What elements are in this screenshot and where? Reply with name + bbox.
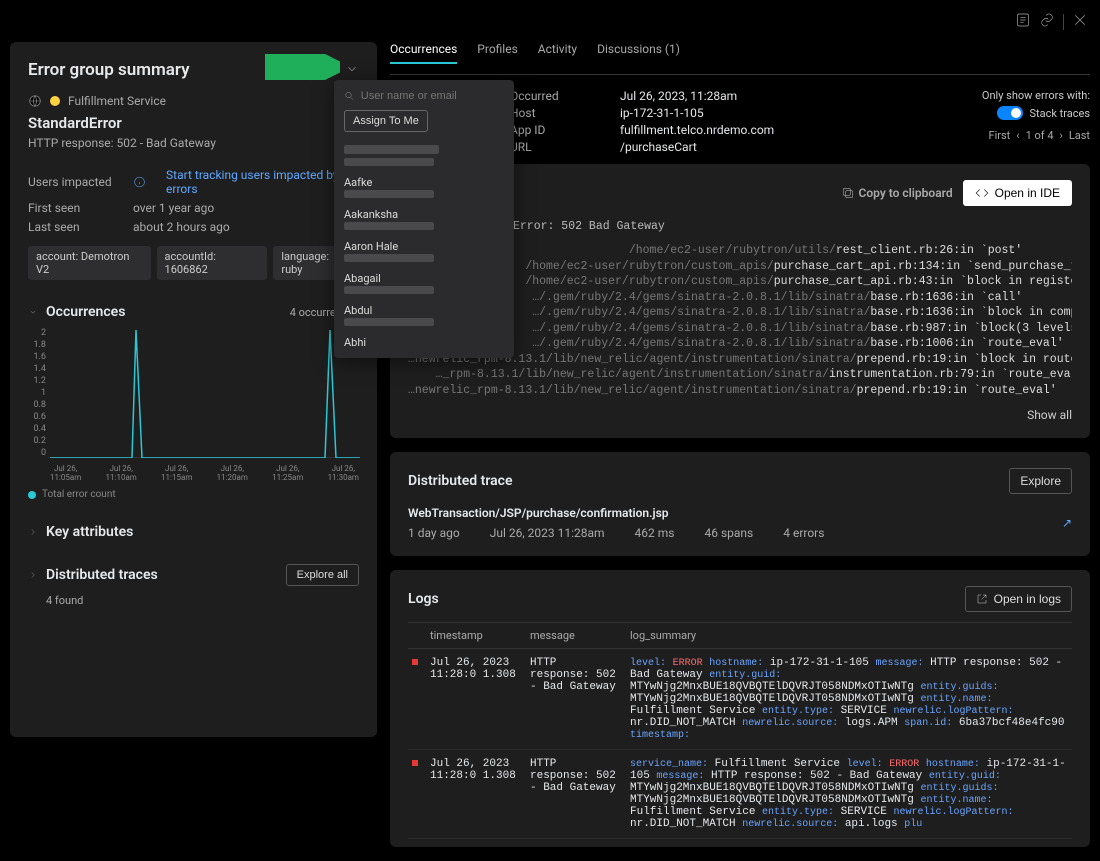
assign-user-icon[interactable] [321,62,335,79]
explore-button[interactable]: Explore [1009,468,1072,494]
distributed-found: 4 found [46,594,359,607]
open-in-ide-button[interactable]: Open in IDE [963,180,1072,206]
external-link-icon[interactable]: ↗ [1062,516,1072,530]
assign-user-item[interactable]: Abagail [334,267,514,299]
occurred-value: Jul 26, 2023, 11:28am [620,89,774,103]
transaction-name: WebTransaction/JSP/purchase/confirmation… [408,506,824,520]
assign-user-item[interactable]: Abhi [334,331,514,350]
occurred-label: Occurred [510,89,600,103]
distributed-trace-card: Distributed trace Explore WebTransaction… [390,452,1090,556]
stack-traces-toggle[interactable]: Stack traces [997,106,1090,120]
last-seen-label: Last seen [28,220,113,234]
logs-table: timestamp message log_summary Jul 26, 20… [408,622,1072,839]
chevron-down-icon[interactable] [297,62,311,79]
assign-user-item[interactable]: Aaron Hale [334,235,514,267]
close-icon[interactable] [1072,12,1088,31]
logs-rows: Jul 26, 2023 11:28:0 1.308HTTP response:… [408,649,1072,839]
chevron-down-icon[interactable] [345,62,359,79]
pager-first[interactable]: First [989,129,1011,142]
appid-value: fulfillment.telco.nrdemo.com [620,123,774,137]
occurrence-pager: First ‹ 1 of 4 › Last [982,129,1090,142]
link-icon[interactable] [1039,12,1055,31]
error-class: StandardError [28,114,359,132]
service-name: Fulfillment Service [68,94,166,108]
search-icon [344,90,355,102]
severity-dot [412,659,418,665]
tab-occurrences[interactable]: Occurrences [390,42,457,64]
panel-title: Error group summary [28,60,190,80]
first-seen-label: First seen [28,201,113,215]
tab-activity[interactable]: Activity [538,42,577,64]
dt-errors: 4 errors [783,526,824,540]
distributed-traces-toggle[interactable]: Distributed traces [28,567,158,583]
col-log-summary: log_summary [626,623,1072,649]
chart-line [50,328,360,458]
occurrences-section-toggle[interactable]: Occurrences [28,304,125,320]
table-row[interactable]: Jul 26, 2023 11:28:0 1.308HTTP response:… [408,750,1072,839]
main-tabs: Occurrences Profiles Activity Discussion… [390,42,1090,75]
url-value: /purchaseCart [620,140,774,154]
status-dot [50,96,60,106]
chart-x-axis: Jul 26,11:05amJul 26,11:10amJul 26,11:15… [50,464,359,483]
explore-all-button[interactable]: Explore all [286,564,359,586]
host-label: Host [510,106,600,120]
legend-dot [28,491,36,499]
pager-position: 1 of 4 [1026,129,1054,142]
assign-user-item[interactable]: Abdul [334,299,514,331]
assign-user-list: AafkeAakankshaAaron HaleAbagailAbdulAbhi [334,140,514,350]
dt-duration: 462 ms [635,526,675,540]
users-impacted-label: Users impacted [28,175,113,189]
tab-profiles[interactable]: Profiles [477,42,518,64]
logs-card: Logs Open in logs timestamp message log_… [390,570,1090,847]
key-attributes-toggle[interactable]: Key attributes [28,524,133,540]
assign-to-me-button[interactable]: Assign To Me [344,110,428,132]
assign-search-input[interactable] [361,90,504,102]
tag-list: account: Demotron V2 accountId: 1606862 … [28,246,359,280]
url-label: URL [510,140,600,154]
track-users-link[interactable]: Start tracking users impacted by errors [166,168,359,196]
service-indicator: Fulfillment Service [28,94,359,108]
severity-dot [412,760,418,766]
col-message: message [526,623,626,649]
divider [1063,14,1064,30]
table-row[interactable]: Jul 26, 2023 11:28:0 1.308HTTP response:… [408,649,1072,750]
dt-ago: 1 day ago [408,526,460,540]
logs-title: Logs [408,591,439,607]
notes-icon[interactable] [1015,12,1031,31]
tab-discussions[interactable]: Discussions (1) [597,42,680,64]
first-seen-value: over 1 year ago [133,201,214,215]
error-message: HTTP response: 502 - Bad Gateway [28,136,359,150]
pager-last[interactable]: Last [1069,129,1090,142]
chart-y-axis: 21.81.61.41.210.80.60.40.20 [28,328,46,458]
tag[interactable]: accountId: 1606862 [157,246,268,280]
assign-user-popup: Assign To Me AafkeAakankshaAaron HaleAba… [334,80,514,358]
copy-clipboard[interactable]: Copy to clipboard [841,180,953,206]
appid-label: App ID [510,123,600,137]
col-timestamp: timestamp [426,623,526,649]
dt-timestamp: Jul 26, 2023 11:28am [490,526,605,540]
window-controls [1015,12,1088,31]
tag-icon[interactable] [273,62,287,79]
tag[interactable]: account: Demotron V2 [28,246,151,280]
distributed-trace-title: Distributed trace [408,473,512,489]
occurrences-chart: 21.81.61.41.210.80.60.40.20 Jul 26,11:05… [28,328,359,483]
last-seen-value: about 2 hours ago [133,220,230,234]
dt-spans: 46 spans [704,526,753,540]
open-in-logs-button[interactable]: Open in logs [965,586,1072,612]
assign-user-item[interactable] [334,140,514,171]
assign-user-item[interactable]: Aakanksha [334,203,514,235]
error-summary-panel: Error group summary Fulfillment Service … [10,42,377,737]
assign-user-item[interactable]: Aafke [334,171,514,203]
show-all-link[interactable]: Show all [408,408,1072,422]
host-value: ip-172-31-1-105 [620,106,774,120]
chart-legend: Total error count [28,489,359,500]
chevron-left-icon[interactable]: ‹ [1016,129,1019,142]
chevron-right-icon[interactable]: › [1060,129,1063,142]
only-show-label: Only show errors with: [982,89,1090,102]
info-icon [133,175,146,189]
